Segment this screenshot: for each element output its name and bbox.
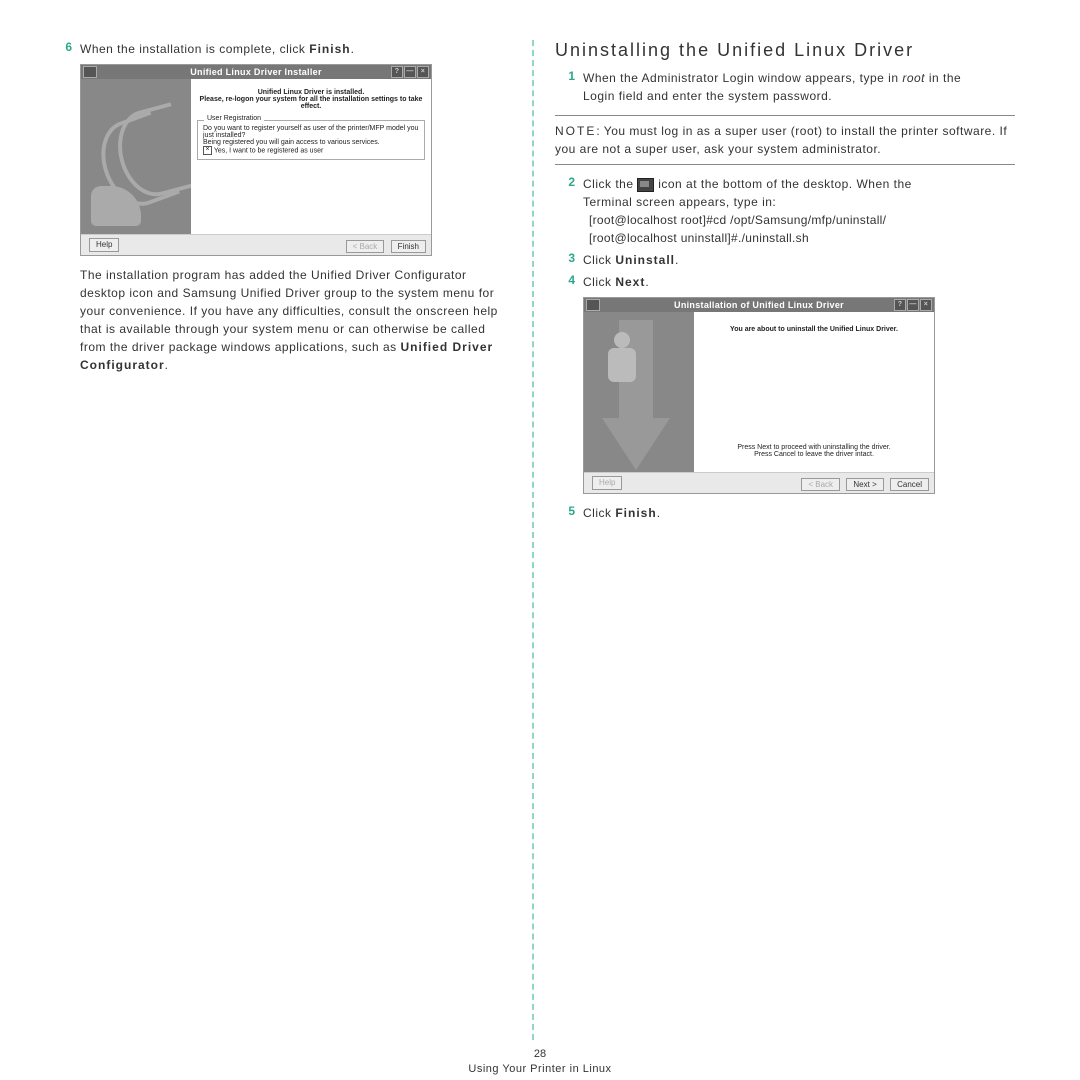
step-1-number: 1 bbox=[555, 69, 575, 105]
back-button[interactable]: < Back bbox=[801, 478, 840, 491]
left-column: 6 When the installation is complete, cli… bbox=[40, 40, 532, 1040]
uninstaller-line3: Press Cancel to leave the driver intact. bbox=[704, 451, 924, 458]
uninstaller-bottom-lines: Press Next to proceed with uninstalling … bbox=[704, 444, 924, 458]
installer-graphic bbox=[81, 79, 191, 234]
installer-screenshot: Unified Linux Driver Installer ? — × Uni… bbox=[80, 64, 432, 256]
installer-line1: Unified Linux Driver is installed. bbox=[197, 89, 425, 96]
finish-button[interactable]: Finish bbox=[391, 240, 426, 253]
step-5-text: Click Finish. bbox=[583, 504, 963, 522]
help-window-icon: ? bbox=[391, 66, 403, 78]
step-4-row: 4 Click Next. bbox=[555, 273, 1015, 291]
uninstall-heading: Uninstalling the Unified Linux Driver bbox=[555, 40, 1015, 61]
help-window-icon: ? bbox=[894, 299, 906, 311]
step-2-text: Click the icon at the bottom of the desk… bbox=[583, 175, 963, 247]
step-6-row: 6 When the installation is complete, cli… bbox=[52, 40, 512, 58]
uninstaller-footer: Help < Back Next > Cancel bbox=[584, 472, 934, 493]
right-column: Uninstalling the Unified Linux Driver 1 … bbox=[535, 40, 1035, 1040]
uninstaller-title: Uninstallation of Unified Linux Driver bbox=[674, 300, 844, 310]
note-block: NOTE: You must log in as a super user (r… bbox=[555, 115, 1015, 165]
installer-footer: Help < Back Finish bbox=[81, 234, 431, 255]
installer-content: Unified Linux Driver is installed. Pleas… bbox=[191, 79, 431, 234]
page-columns: 6 When the installation is complete, cli… bbox=[0, 0, 1080, 1040]
window-controls: ? — × bbox=[894, 299, 932, 311]
reg-line2: Being registered you will gain access to… bbox=[203, 139, 419, 146]
install-paragraph: The installation program has added the U… bbox=[80, 266, 512, 374]
step-5-number: 5 bbox=[555, 504, 575, 522]
terminal-icon bbox=[637, 178, 654, 192]
uninstaller-footer-right: < Back Next > Cancel bbox=[798, 476, 929, 490]
back-button[interactable]: < Back bbox=[346, 240, 385, 253]
next-button[interactable]: Next > bbox=[846, 478, 883, 491]
close-icon: × bbox=[920, 299, 932, 311]
minimize-icon: — bbox=[404, 66, 416, 78]
minimize-icon: — bbox=[907, 299, 919, 311]
step-1-row: 1 When the Administrator Login window ap… bbox=[555, 69, 1015, 105]
note-text: : You must log in as a super user (root)… bbox=[555, 124, 1007, 156]
uninstaller-line1: You are about to uninstall the Unified L… bbox=[704, 326, 924, 333]
installer-titlebar: Unified Linux Driver Installer ? — × bbox=[81, 65, 431, 79]
uninstaller-body: You are about to uninstall the Unified L… bbox=[584, 312, 934, 472]
reg-check-label: Yes, I want to be registered as user bbox=[214, 147, 323, 154]
installer-line2: Please, re-logon your system for all the… bbox=[197, 96, 425, 110]
reg-check-row: × Yes, I want to be registered as user bbox=[203, 146, 419, 155]
uninstaller-content: You are about to uninstall the Unified L… bbox=[694, 312, 934, 472]
step-6-text: When the installation is complete, click… bbox=[80, 40, 480, 58]
step-2-number: 2 bbox=[555, 175, 575, 247]
step-5-row: 5 Click Finish. bbox=[555, 504, 1015, 522]
uninstaller-graphic bbox=[584, 312, 694, 472]
step-3-row: 3 Click Uninstall. bbox=[555, 251, 1015, 269]
step-1-text: When the Administrator Login window appe… bbox=[583, 69, 963, 105]
step-4-number: 4 bbox=[555, 273, 575, 291]
installer-footer-right: < Back Finish bbox=[343, 238, 426, 252]
step-3-number: 3 bbox=[555, 251, 575, 269]
note-label: NOTE bbox=[555, 124, 596, 138]
close-icon: × bbox=[417, 66, 429, 78]
user-registration-fieldset: User Registration Do you want to registe… bbox=[197, 120, 425, 160]
installer-body: Unified Linux Driver is installed. Pleas… bbox=[81, 79, 431, 234]
cancel-button[interactable]: Cancel bbox=[890, 478, 929, 491]
reg-line1: Do you want to register yourself as user… bbox=[203, 125, 419, 139]
fieldset-legend: User Registration bbox=[204, 115, 264, 122]
help-button[interactable]: Help bbox=[592, 476, 622, 490]
step-6-number: 6 bbox=[52, 40, 72, 58]
window-icon bbox=[586, 299, 600, 311]
step-2-row: 2 Click the icon at the bottom of the de… bbox=[555, 175, 1015, 247]
step-4-text: Click Next. bbox=[583, 273, 963, 291]
installer-title: Unified Linux Driver Installer bbox=[190, 67, 322, 77]
step-3-text: Click Uninstall. bbox=[583, 251, 963, 269]
uninstaller-screenshot: Uninstallation of Unified Linux Driver ?… bbox=[583, 297, 935, 494]
checkbox-icon[interactable]: × bbox=[203, 146, 212, 155]
window-controls: ? — × bbox=[391, 66, 429, 78]
uninstaller-line2: Press Next to proceed with uninstalling … bbox=[704, 444, 924, 451]
help-button[interactable]: Help bbox=[89, 238, 119, 252]
page-number: 28 bbox=[0, 1048, 1080, 1060]
code-line-1: [root@localhost root]#cd /opt/Samsung/mf… bbox=[589, 211, 963, 229]
window-icon bbox=[83, 66, 97, 78]
page-caption: Using Your Printer in Linux bbox=[0, 1063, 1080, 1075]
uninstaller-titlebar: Uninstallation of Unified Linux Driver ?… bbox=[584, 298, 934, 312]
code-line-2: [root@localhost uninstall]#./uninstall.s… bbox=[589, 229, 963, 247]
